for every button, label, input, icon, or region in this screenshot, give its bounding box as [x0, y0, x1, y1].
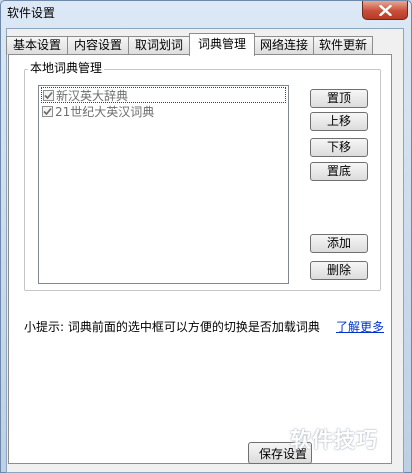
checkmark-icon: [43, 107, 52, 115]
add-dictionary-button[interactable]: 添加: [310, 234, 368, 253]
delete-dictionary-button[interactable]: 删除: [310, 261, 368, 280]
move-down-button[interactable]: 下移: [310, 138, 368, 157]
list-item-label: 21世纪大英汉词典: [55, 104, 155, 119]
group-title: 本地词典管理: [28, 61, 105, 75]
list-item[interactable]: 新汉英大辞典: [41, 87, 286, 103]
move-to-bottom-button[interactable]: 置底: [310, 162, 368, 181]
tab-strip: 基本设置 内容设置 取词划词 词典管理 网络连接 软件更新: [6, 33, 386, 56]
checkbox[interactable]: [42, 105, 53, 117]
tab-content-settings[interactable]: 内容设置: [67, 36, 129, 55]
tab-dictionary-management[interactable]: 词典管理: [189, 33, 255, 56]
list-item-label: 新汉英大辞典: [56, 88, 129, 103]
dictionary-list[interactable]: 新汉英大辞典 21世纪大英汉词典: [38, 85, 289, 284]
window-title: 软件设置: [7, 6, 56, 20]
title-bar[interactable]: 软件设置: [1, 1, 411, 25]
move-up-button[interactable]: 上移: [310, 112, 368, 131]
tab-software-update[interactable]: 软件更新: [313, 36, 373, 55]
close-button[interactable]: [362, 1, 408, 20]
learn-more-link[interactable]: 了解更多: [336, 318, 384, 335]
tab-basic-settings[interactable]: 基本设置: [6, 36, 68, 55]
watermark-text: 软件技巧: [290, 428, 378, 452]
move-to-top-button[interactable]: 置顶: [310, 89, 368, 108]
checkbox[interactable]: [43, 89, 54, 101]
hint-text: 小提示: 词典前面的选中框可以方便的切换是否加载词典: [24, 320, 320, 334]
close-icon: [378, 4, 392, 16]
list-item[interactable]: 21世纪大英汉词典: [41, 103, 154, 119]
checkmark-icon: [44, 91, 53, 99]
tab-network[interactable]: 网络连接: [254, 36, 314, 55]
tab-word-capture[interactable]: 取词划词: [128, 36, 190, 55]
